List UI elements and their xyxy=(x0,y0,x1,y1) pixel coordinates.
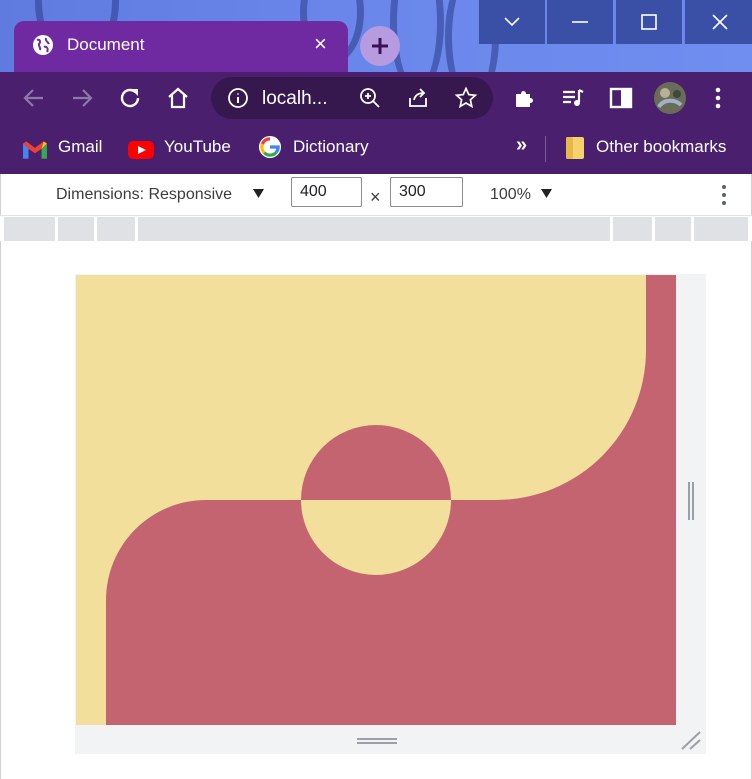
forward-arrow-icon[interactable] xyxy=(69,85,95,111)
wallpaper-swirl xyxy=(390,0,444,72)
rendered-page xyxy=(76,275,676,725)
menu-kebab-icon[interactable] xyxy=(705,85,731,111)
ruler-divider xyxy=(55,217,58,241)
maximize-icon xyxy=(641,14,657,30)
resize-handle-corner[interactable] xyxy=(680,730,702,750)
close-icon xyxy=(711,14,728,30)
bookmark-label: Gmail xyxy=(58,137,103,156)
ruler-divider xyxy=(691,217,694,241)
back-arrow-icon[interactable] xyxy=(21,85,47,111)
bookmark-label: Dictionary xyxy=(293,137,369,156)
google-icon xyxy=(258,135,282,159)
side-panel-icon[interactable] xyxy=(608,85,634,111)
page-artwork xyxy=(76,275,676,725)
resize-handle-bottom[interactable] xyxy=(357,736,397,746)
plus-icon xyxy=(372,38,388,54)
gmail-icon xyxy=(23,141,47,159)
minimize-button[interactable] xyxy=(545,0,613,44)
width-input[interactable] xyxy=(291,177,362,207)
browser-toolbar: localh... xyxy=(0,72,752,124)
bookmarks-overflow-chevron-icon[interactable]: » xyxy=(516,134,527,157)
extensions-puzzle-icon[interactable] xyxy=(512,85,538,111)
info-icon[interactable] xyxy=(227,87,249,109)
star-icon[interactable] xyxy=(454,86,478,110)
address-bar[interactable]: localh... xyxy=(211,77,493,119)
resize-handle-right[interactable] xyxy=(686,482,696,520)
maximize-button[interactable] xyxy=(614,0,682,44)
height-input[interactable] xyxy=(390,177,463,207)
ruler-divider xyxy=(94,217,97,241)
ruler-divider xyxy=(135,217,138,241)
close-window-button[interactable] xyxy=(683,0,752,44)
minimize-icon xyxy=(572,21,588,23)
youtube-icon xyxy=(128,141,154,159)
device-toolbar: Dimensions: Responsive × 100% xyxy=(0,174,752,216)
dropdown-triangle-icon xyxy=(541,189,552,198)
window-titlebar: Document × xyxy=(0,0,752,72)
zoom-label: 100% xyxy=(490,186,531,203)
new-tab-button[interactable] xyxy=(360,26,400,66)
profile-avatar[interactable] xyxy=(653,81,687,115)
tab-close-icon[interactable]: × xyxy=(314,33,327,55)
zoom-icon[interactable] xyxy=(358,86,382,110)
bookmarks-separator xyxy=(545,136,546,162)
tab-title: Document xyxy=(67,35,145,54)
ruler-divider xyxy=(652,217,655,241)
globe-icon xyxy=(33,35,53,55)
bookmark-label: YouTube xyxy=(164,137,231,156)
device-options-kebab-icon[interactable] xyxy=(720,183,728,207)
url-text[interactable]: localh... xyxy=(262,88,327,110)
chevron-down-icon xyxy=(504,17,520,27)
browser-tab[interactable]: Document × xyxy=(14,21,348,72)
bookmarks-bar: Gmail YouTube Dictionary » Other bookmar… xyxy=(0,124,752,174)
dropdown-triangle-icon xyxy=(253,189,264,198)
media-query-ruler[interactable] xyxy=(4,217,748,241)
media-queue-icon[interactable] xyxy=(560,85,586,111)
folder-icon xyxy=(566,137,584,159)
tab-search-button[interactable] xyxy=(477,0,545,44)
reload-icon[interactable] xyxy=(117,85,143,111)
other-bookmarks-label: Other bookmarks xyxy=(596,137,727,156)
home-icon[interactable] xyxy=(165,85,191,111)
ruler-divider xyxy=(610,217,613,241)
times-symbol: × xyxy=(370,187,381,207)
share-icon[interactable] xyxy=(406,86,430,110)
dimensions-label: Dimensions: Responsive xyxy=(56,186,233,203)
